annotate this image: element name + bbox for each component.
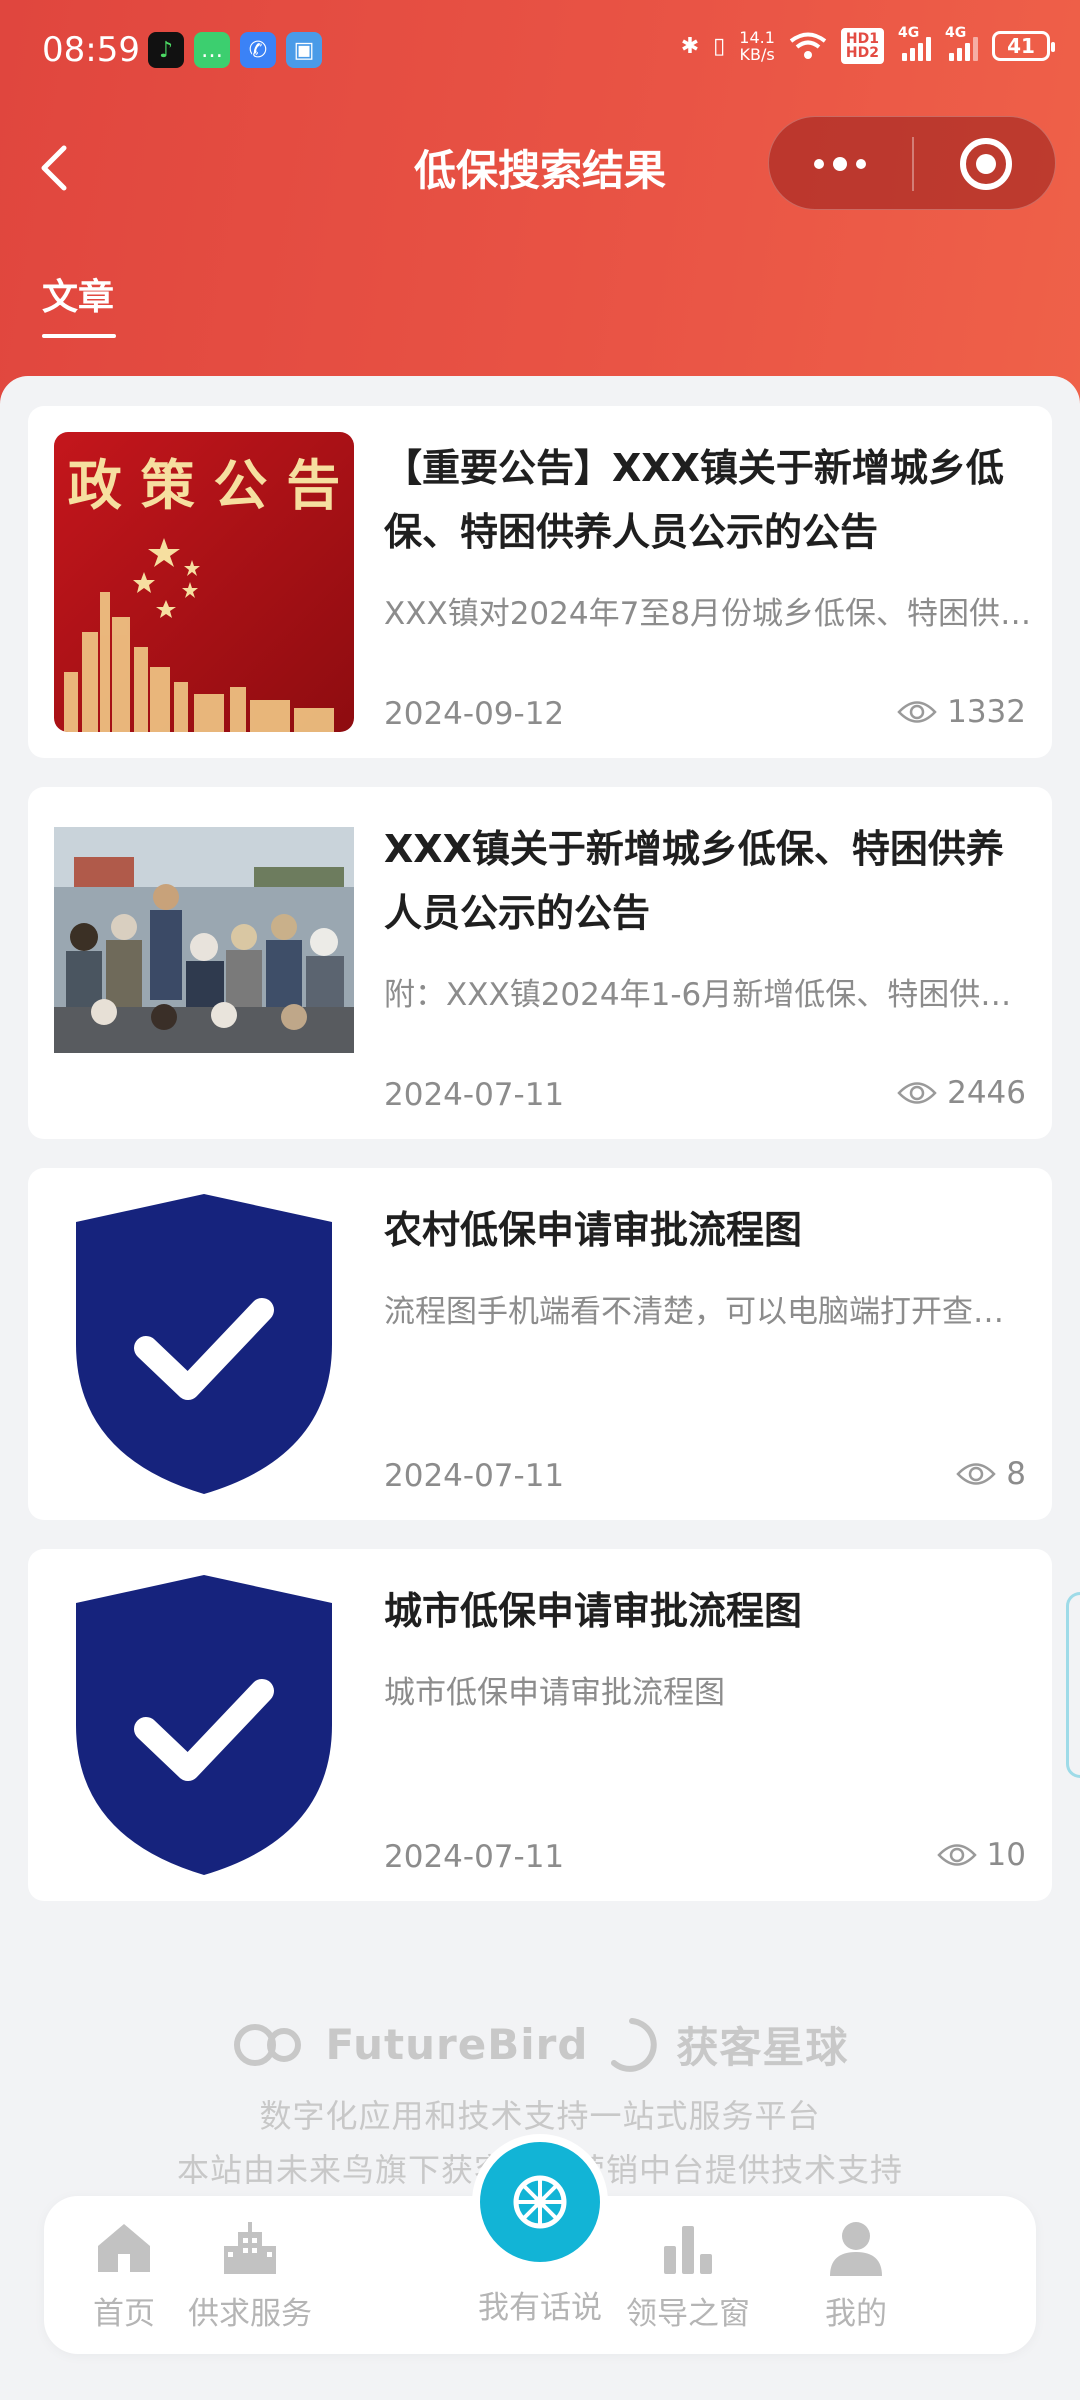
article-summary: 流程图手机端看不清楚，可以电脑端打开查看详细流程	[384, 1294, 1034, 1330]
message-icon: …	[194, 32, 230, 68]
miniprogram-capsule	[768, 116, 1056, 210]
wifi-icon	[789, 32, 827, 59]
wheel-icon	[513, 2175, 567, 2229]
capsule-divider	[912, 137, 914, 191]
view-count: 2446	[947, 1075, 1026, 1111]
article-thumbnail	[54, 1575, 354, 1875]
article-card[interactable]: 城市低保申请审批流程图 城市低保申请审批流程图 2024-07-11 10	[28, 1549, 1052, 1901]
brand-name-cn: 获客星球	[676, 2023, 849, 2072]
target-icon	[960, 138, 1012, 190]
article-card[interactable]: XXX镇关于新增城乡低保、特困供养人员公示的公告 附：XXX镇2024年1-6月…	[28, 787, 1052, 1139]
article-thumbnail	[54, 827, 354, 1053]
article-date: 2024-07-11	[384, 1077, 565, 1113]
article-views: 10	[936, 1837, 1026, 1873]
article-card[interactable]: 农村低保申请审批流程图 流程图手机端看不清楚，可以电脑端打开查看详细流程 202…	[28, 1168, 1052, 1520]
article-summary: 城市低保申请审批流程图	[384, 1675, 725, 1711]
crowd-photo	[54, 827, 354, 1053]
article-summary: 附：XXX镇2024年1-6月新增低保、特困供养人员公示名单	[384, 977, 1034, 1013]
bluetooth-icon: ✱	[680, 33, 700, 59]
article-title: 城市低保申请审批流程图	[384, 1589, 803, 1633]
shield-check-icon	[54, 1194, 354, 1494]
status-time: 08:59	[42, 30, 140, 70]
center-talk-button[interactable]	[472, 2134, 608, 2270]
more-button[interactable]	[769, 117, 911, 211]
article-date: 2024-09-12	[384, 696, 565, 732]
building-icon	[224, 2222, 276, 2274]
tab-supply-demand[interactable]: 供求服务	[170, 2216, 330, 2333]
brand-logo-row: FutureBird 获客星球	[0, 2014, 1080, 2075]
footer-slogan: 数字化应用和技术支持一站式服务平台	[259, 2097, 821, 2135]
eye-icon	[897, 1082, 937, 1104]
signal-icon-1: 4G	[898, 25, 931, 61]
hd-badge: HD1 HD2	[840, 28, 884, 64]
eye-icon	[897, 701, 937, 723]
close-miniprogram-button[interactable]	[915, 117, 1057, 211]
battery-icon: 41	[992, 31, 1055, 61]
phone-icon: ✆	[240, 32, 276, 68]
article-views: 1332	[897, 694, 1026, 730]
home-icon	[98, 2224, 150, 2272]
tab-speak[interactable]: 我有话说	[440, 2282, 640, 2327]
eye-icon	[956, 1463, 996, 1485]
article-summary: XXX镇对2024年7至8月份城乡低保、特困供养人员进行公示	[384, 596, 1034, 632]
view-count: 8	[1006, 1456, 1026, 1492]
user-icon	[830, 2222, 882, 2276]
futurebird-logo-icon	[233, 2023, 301, 2066]
planet-arc-icon	[611, 2017, 658, 2072]
shield-check-icon	[54, 1575, 354, 1875]
vibrate-icon: ▯	[713, 33, 726, 59]
tab-mine[interactable]: 我的	[776, 2216, 936, 2333]
brand-name-en: FutureBird	[325, 2020, 589, 2069]
status-indicators: ✱ ▯ 14.1 KB/s HD1 HD2 4G 4G 41	[680, 25, 1055, 64]
article-title: 【重要公告】XXX镇关于新增城乡低保、特困供养人员公示的公告	[384, 446, 1004, 554]
article-title: XXX镇关于新增城乡低保、特困供养人员公示的公告	[384, 827, 1004, 935]
article-views: 2446	[897, 1075, 1026, 1111]
bar-chart-icon	[664, 2226, 712, 2274]
floating-side-handle[interactable]	[1066, 1592, 1080, 1778]
article-views: 8	[956, 1456, 1026, 1492]
clipboard-icon: ▣	[286, 32, 322, 68]
tab-article[interactable]: 文章	[42, 268, 114, 320]
policy-notice-image: 政 策 公 告	[54, 432, 354, 732]
view-count: 10	[986, 1837, 1026, 1873]
view-count: 1332	[947, 694, 1026, 730]
article-date: 2024-07-11	[384, 1458, 565, 1494]
eye-icon	[936, 1844, 977, 1866]
thumbnail-text: 政 策 公 告	[68, 453, 340, 517]
article-card[interactable]: 政 策 公 告 【重要公告】XXX镇关于新增城乡低保、特困供养人员公示的公告 X…	[28, 406, 1052, 758]
status-bar: 08:59 ♪ … ✆ ▣ ✱ ▯ 14.1 KB/s HD1 HD2 4G 4…	[0, 0, 1080, 100]
network-speed: 14.1 KB/s	[739, 28, 775, 64]
article-thumbnail: 政 策 公 告	[54, 432, 354, 732]
app-notification-icon: ♪	[148, 32, 184, 68]
notification-icons: ♪ … ✆ ▣	[148, 32, 322, 68]
tab-active-indicator	[42, 334, 116, 338]
article-thumbnail	[54, 1194, 354, 1494]
signal-icon-2: 4G	[945, 25, 978, 61]
article-title: 农村低保申请审批流程图	[384, 1208, 803, 1252]
article-date: 2024-07-11	[384, 1839, 565, 1875]
